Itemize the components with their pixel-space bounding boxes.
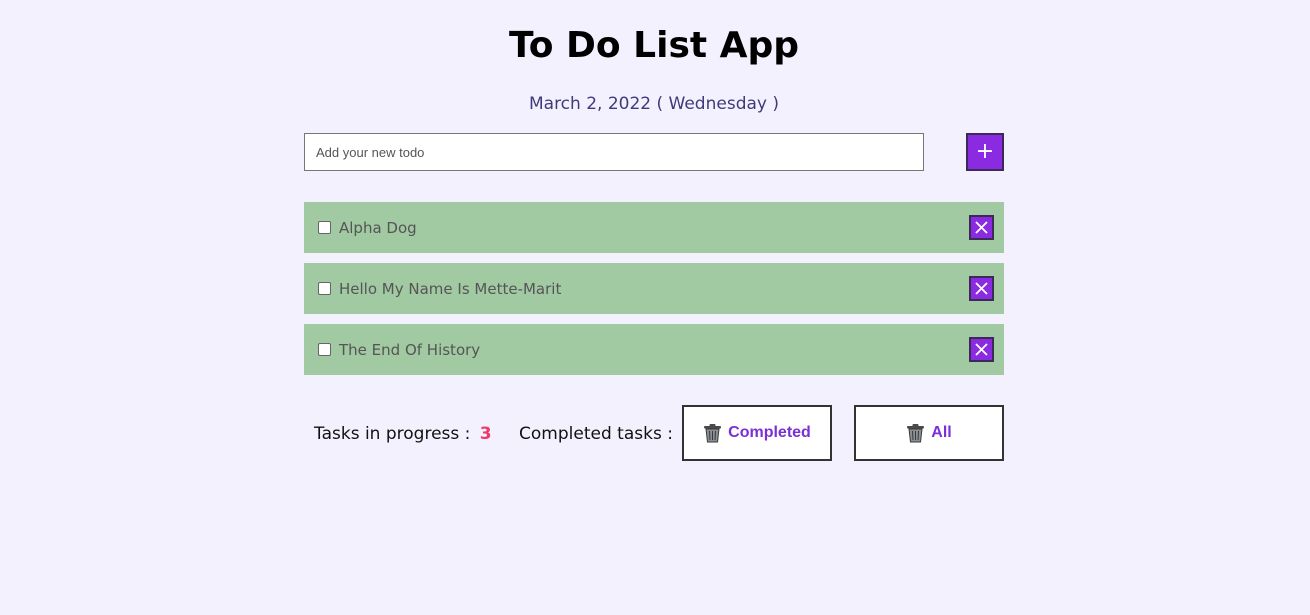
todo-item: Hello My Name Is Mette-Marit <box>304 263 1004 314</box>
clear-completed-label: Completed <box>728 424 811 441</box>
todo-item: The End Of History <box>304 324 1004 375</box>
close-icon <box>975 221 988 234</box>
todo-item: Alpha Dog <box>304 202 1004 253</box>
trash-can-icon <box>907 424 925 443</box>
todo-checkbox[interactable] <box>318 282 331 295</box>
todo-list: Alpha Dog Hello My Name Is Mette-Marit T… <box>304 202 1004 385</box>
clear-all-button[interactable]: All <box>854 405 1004 461</box>
page-title: To Do List App <box>508 25 800 66</box>
delete-todo-button[interactable] <box>969 276 994 301</box>
completed-tasks-label: Completed tasks : <box>519 424 673 444</box>
clear-completed-button[interactable]: Completed <box>682 405 832 461</box>
todo-text: Hello My Name Is Mette-Marit <box>339 280 562 298</box>
task-stats: Tasks in progress : 3 Completed tasks : … <box>314 421 694 447</box>
in-progress-count: 3 <box>479 424 492 444</box>
close-icon <box>975 282 988 295</box>
add-todo-button[interactable]: + <box>966 133 1004 171</box>
new-todo-input[interactable] <box>304 133 924 171</box>
todo-checkbox[interactable] <box>318 343 331 356</box>
todo-text: Alpha Dog <box>339 219 417 237</box>
todo-text: The End Of History <box>339 341 481 359</box>
todo-checkbox[interactable] <box>318 221 331 234</box>
clear-all-label: All <box>931 424 952 441</box>
delete-todo-button[interactable] <box>969 337 994 362</box>
close-icon <box>975 343 988 356</box>
delete-todo-button[interactable] <box>969 215 994 240</box>
trash-can-icon <box>704 424 722 443</box>
in-progress-label: Tasks in progress : <box>314 424 471 444</box>
current-date: March 2, 2022 ( Wednesday ) <box>528 94 779 114</box>
